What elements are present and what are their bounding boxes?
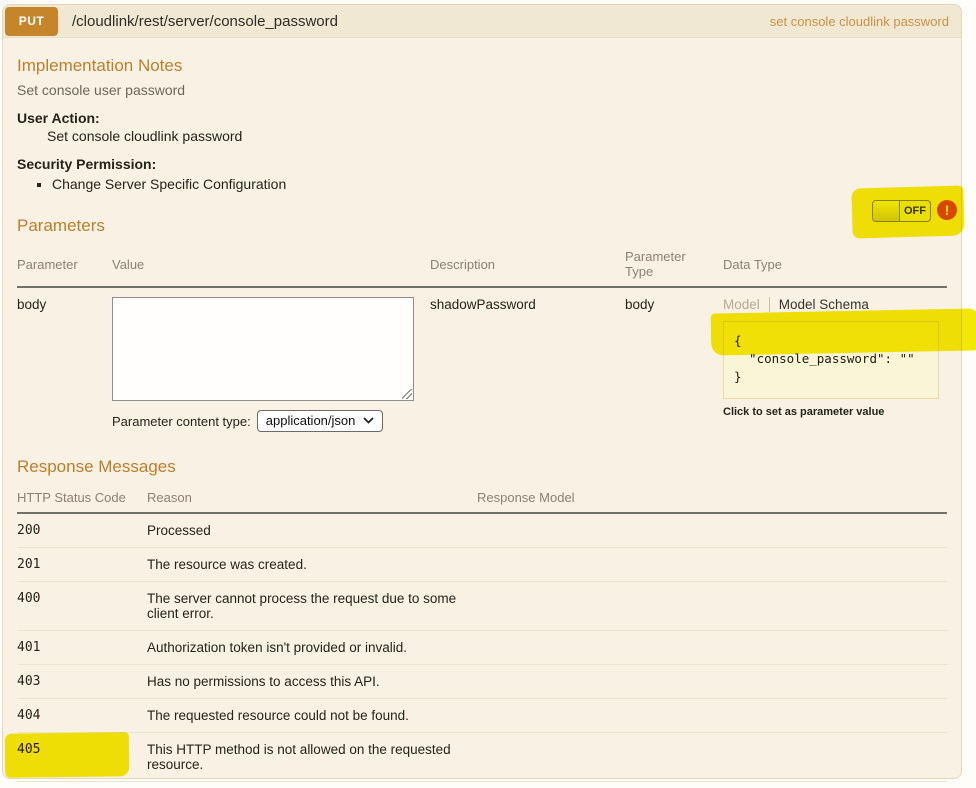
content-type-selected-value: application/json (265, 413, 356, 428)
endpoint-path-link[interactable]: /cloudlink/rest/server/console_password (72, 13, 770, 30)
reason: Authorization token isn't provided or in… (147, 630, 477, 665)
response-model (477, 581, 947, 631)
col-header-parameter-type: Parameter Type (625, 242, 723, 288)
reason: Processed (147, 513, 477, 548)
status-code: 405 (17, 732, 147, 782)
parameters-heading: Parameters (17, 216, 105, 235)
col-header-data-type: Data Type (723, 242, 947, 288)
col-header-response-model: Response Model (477, 483, 947, 514)
page: PUT /cloudlink/rest/server/console_passw… (0, 0, 976, 788)
response-row-201: 201 The resource was created. (17, 547, 947, 582)
reason: The resource was created. (147, 547, 477, 582)
toggle-state-label: OFF (904, 205, 926, 217)
model-schema-snippet[interactable]: { "console_password": "" } (723, 321, 939, 400)
implementation-notes-description: Set console user password (17, 82, 186, 98)
status-code: 401 (17, 630, 147, 665)
parameter-name: body (17, 297, 47, 312)
model-schema-json: { "console_password": "" } (734, 333, 915, 385)
model-tabs: Model Model Schema (723, 297, 939, 312)
col-header-parameter: Parameter (17, 242, 112, 288)
response-model (477, 664, 947, 699)
parameter-type-value: body (625, 297, 655, 312)
parameter-row-body: body Parameter content type: application… (17, 287, 947, 441)
endpoint-summary-link[interactable]: set console cloudlink password (770, 14, 949, 29)
status-code: 201 (17, 547, 147, 582)
security-permission-item: Change Server Specific Configuration (52, 176, 947, 192)
schema-click-hint: Click to set as parameter value (723, 406, 885, 419)
response-model (477, 781, 947, 788)
chevron-down-icon (363, 417, 375, 424)
response-messages-table: HTTP Status Code Reason Response Model 2… (17, 483, 947, 788)
response-row-500: 500An unexpected condition was encounter… (17, 781, 947, 788)
alert-exclamation-icon: ! (937, 200, 957, 220)
status-code: 200 (17, 513, 147, 548)
user-action-value: Set console cloudlink password (47, 128, 243, 144)
parameters-table: Parameter Value Description Parameter Ty… (17, 242, 947, 441)
status-code: 500 (17, 781, 147, 788)
body-parameter-textarea[interactable] (112, 297, 414, 401)
response-model (477, 547, 947, 582)
tab-model-schema[interactable]: Model Schema (770, 297, 869, 312)
auth-toggle-switch[interactable]: OFF (872, 200, 931, 222)
response-model (477, 732, 947, 782)
reason: This HTTP method is not allowed on the r… (147, 732, 477, 782)
status-code: 404 (17, 698, 147, 733)
reason: The server cannot process the request du… (147, 581, 477, 631)
status-code: 400 (17, 581, 147, 631)
response-row-401: 401 Authorization token isn't provided or… (17, 630, 947, 665)
http-method-badge[interactable]: PUT (5, 6, 58, 36)
security-permission-label: Security Permission: (17, 156, 157, 172)
col-header-description: Description (430, 242, 625, 288)
endpoint-header[interactable]: PUT /cloudlink/rest/server/console_passw… (3, 5, 961, 38)
reason: Has no permissions to access this API. (147, 664, 477, 699)
col-header-value: Value (112, 242, 430, 288)
response-row-403: 403 Has no permissions to access this API… (17, 664, 947, 699)
status-code: 403 (17, 664, 147, 699)
response-row-405: 405 This HTTP method is not allowed on th… (17, 732, 947, 782)
col-header-status-code: HTTP Status Code (17, 483, 147, 514)
tab-model[interactable]: Model (723, 297, 769, 312)
parameter-description: shadowPassword (430, 297, 536, 312)
response-row-404: 404 The requested resource could not be f… (17, 698, 947, 733)
response-row-400: 400 The server cannot process the request… (17, 581, 947, 631)
user-action-label: User Action: (17, 110, 100, 126)
response-messages-heading: Response Messages (17, 457, 176, 476)
endpoint-body: Implementation Notes Set console user pa… (3, 38, 961, 788)
endpoint-panel: PUT /cloudlink/rest/server/console_passw… (2, 4, 962, 788)
response-row-200: 200 Processed (17, 513, 947, 548)
reason: The requested resource could not be foun… (147, 698, 477, 733)
response-model (477, 513, 947, 548)
content-type-label: Parameter content type: (112, 413, 251, 429)
security-permission-list: Change Server Specific Configuration (52, 176, 947, 192)
response-model (477, 630, 947, 665)
implementation-notes-heading: Implementation Notes (17, 56, 183, 75)
parameter-content-type-select[interactable]: application/json (256, 410, 384, 432)
toggle-knob (873, 201, 900, 221)
col-header-reason: Reason (147, 483, 477, 514)
reason: An unexpected condition was encountered. (147, 781, 477, 788)
response-model (477, 698, 947, 733)
